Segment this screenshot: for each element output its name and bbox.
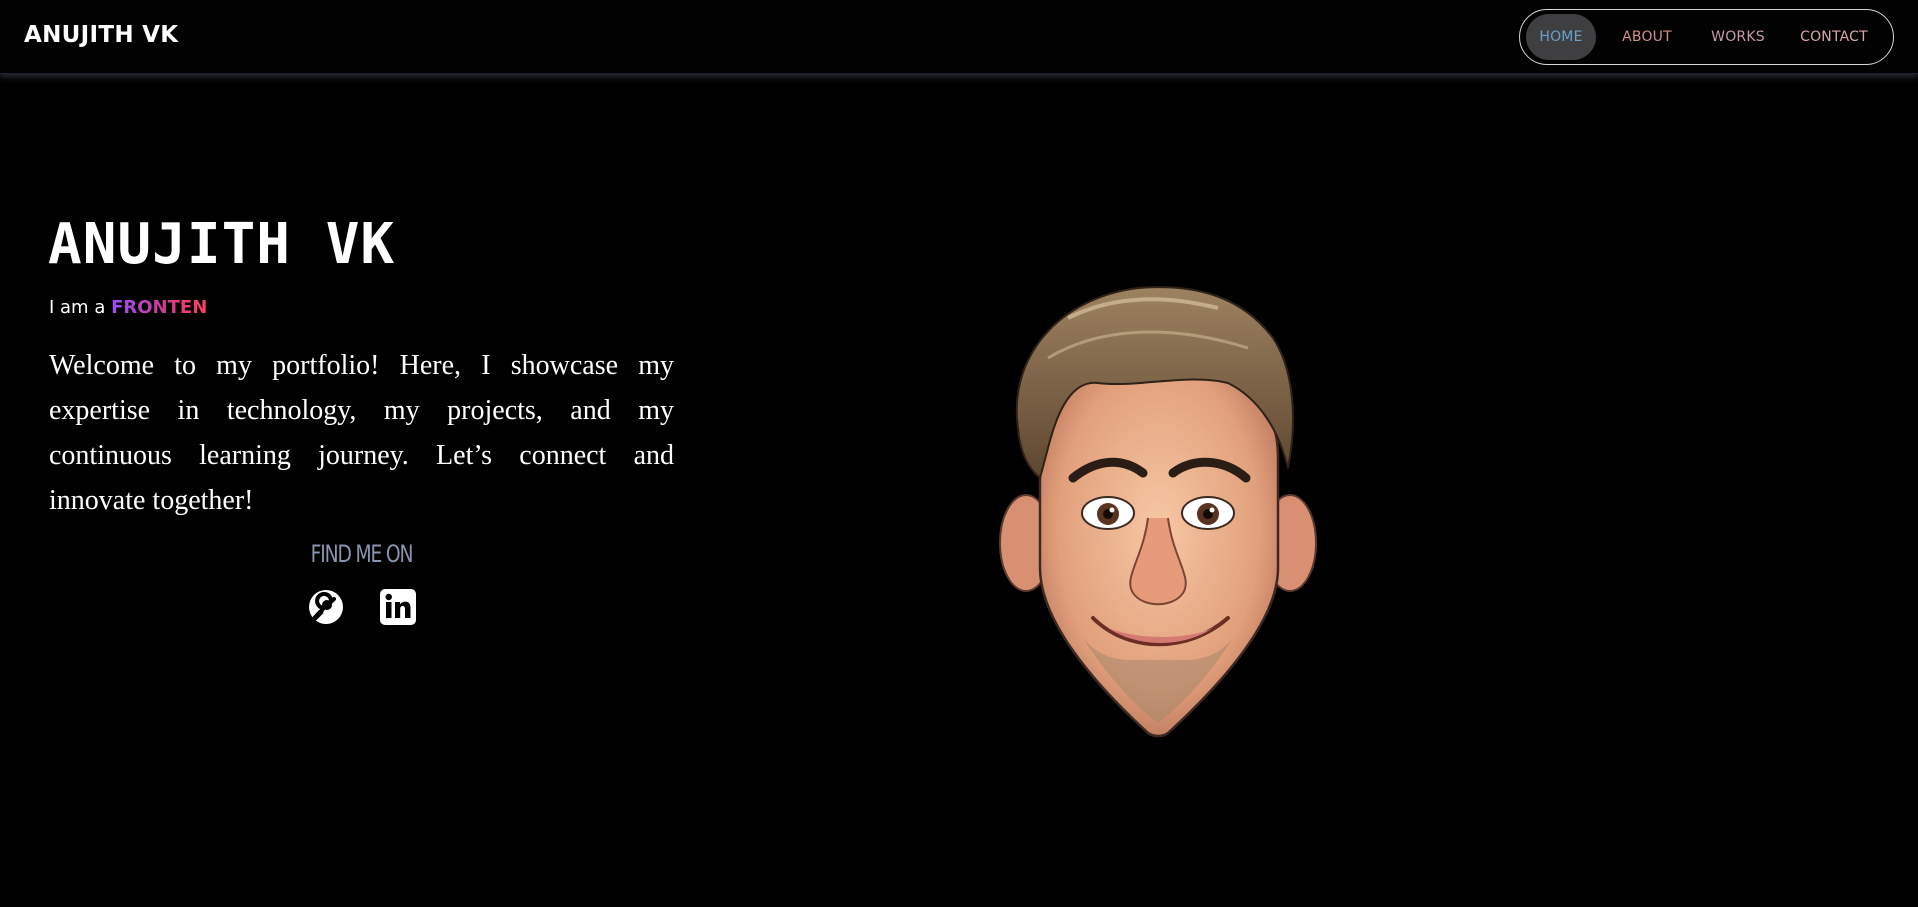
site-header: ANUJITH VK HOME ABOUT WORKS CONTACT [0,0,1918,74]
intro-paragraph: Welcome to my portfolio! Here, I showcas… [49,350,674,516]
nav-contact[interactable]: CONTACT [1778,14,1890,60]
social-links [307,588,417,626]
role-line: I am a FRONTEN [49,297,207,318]
brand-logo[interactable]: ANUJITH VK [24,22,178,48]
linkedin-link[interactable] [379,588,417,626]
nav-about[interactable]: ABOUT [1596,14,1698,60]
main-nav: HOME ABOUT WORKS CONTACT [1519,9,1894,65]
linkedin-icon [380,589,416,625]
cartoon-avatar-illustration [999,286,1317,738]
role-prefix: I am a [49,297,106,318]
nav-works[interactable]: WORKS [1698,14,1778,60]
nav-home[interactable]: HOME [1526,14,1596,60]
role-typed-text: FRONTEN [111,297,208,318]
instagram-icon [309,590,343,624]
find-me-label: FIND ME ON [310,540,414,568]
hero-name: ANUJITH VK [48,212,396,277]
instagram-link[interactable] [307,588,345,626]
